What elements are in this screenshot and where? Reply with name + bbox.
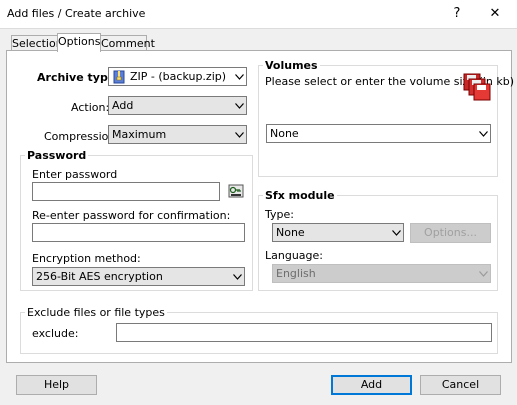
tab-options[interactable]: Options — [57, 33, 101, 52]
title-bar: Add files / Create archive ? ✕ — [0, 0, 517, 28]
sfx-options-button[interactable]: Options... — [410, 223, 491, 243]
action-select[interactable]: Add — [108, 96, 247, 115]
add-button[interactable]: Add — [331, 375, 412, 395]
tab-comment-label: Comment — [101, 37, 155, 50]
sfx-type-value: None — [276, 226, 305, 239]
password-group-title: Password — [25, 149, 89, 162]
enter-password-label: Enter password — [32, 168, 118, 181]
compression-value: Maximum — [112, 128, 167, 141]
reenter-password-field[interactable] — [32, 223, 245, 242]
cancel-button[interactable]: Cancel — [420, 375, 501, 395]
archive-zip-icon — [112, 70, 126, 84]
chevron-down-icon — [230, 268, 244, 285]
tab-selection-label: Selection — [12, 37, 63, 50]
encryption-method-label: Encryption method: — [32, 252, 141, 265]
chevron-down-icon — [476, 265, 490, 282]
reenter-password-label: Re-enter password for confirmation: — [32, 209, 231, 222]
tab-options-label: Options — [58, 35, 101, 48]
chevron-down-icon — [476, 125, 490, 142]
help-button[interactable]: Help — [16, 375, 97, 395]
encryption-method-value: 256-Bit AES encryption — [36, 270, 163, 283]
volume-size-combobox[interactable]: None — [266, 124, 491, 143]
chevron-down-icon — [232, 126, 246, 143]
help-icon[interactable]: ? — [447, 5, 467, 23]
chevron-down-icon — [389, 224, 403, 241]
action-label: Action: — [71, 101, 110, 114]
chevron-down-icon — [232, 97, 246, 114]
archive-type-value: ZIP - (backup.zip) — [130, 70, 227, 83]
volumes-disks-icon — [463, 73, 491, 101]
sfx-module-group-title: Sfx module — [263, 189, 337, 202]
action-value: Add — [112, 99, 134, 112]
chevron-down-icon — [232, 68, 246, 85]
window-title: Add files / Create archive — [7, 7, 146, 20]
exclude-label: exclude: — [32, 327, 79, 340]
password-manager-icon[interactable] — [228, 183, 244, 199]
close-icon[interactable]: ✕ — [485, 5, 505, 23]
sfx-language-select[interactable]: English — [272, 264, 491, 283]
enter-password-field[interactable] — [32, 182, 220, 201]
volume-size-value: None — [270, 127, 299, 140]
exclude-group-title: Exclude files or file types — [25, 306, 167, 319]
sfx-language-value: English — [276, 267, 316, 280]
encryption-method-select[interactable]: 256-Bit AES encryption — [32, 267, 245, 286]
options-tab-panel: Archive type: ZIP - (backup.zip) Action:… — [6, 50, 514, 363]
sfx-language-label: Language: — [265, 249, 323, 262]
archive-type-select[interactable]: ZIP - (backup.zip) — [108, 67, 247, 86]
exclude-field[interactable] — [116, 323, 492, 342]
compression-select[interactable]: Maximum — [108, 125, 247, 144]
sfx-type-label: Type: — [265, 208, 294, 221]
sfx-type-select[interactable]: None — [272, 223, 404, 242]
volumes-group-title: Volumes — [263, 59, 320, 72]
